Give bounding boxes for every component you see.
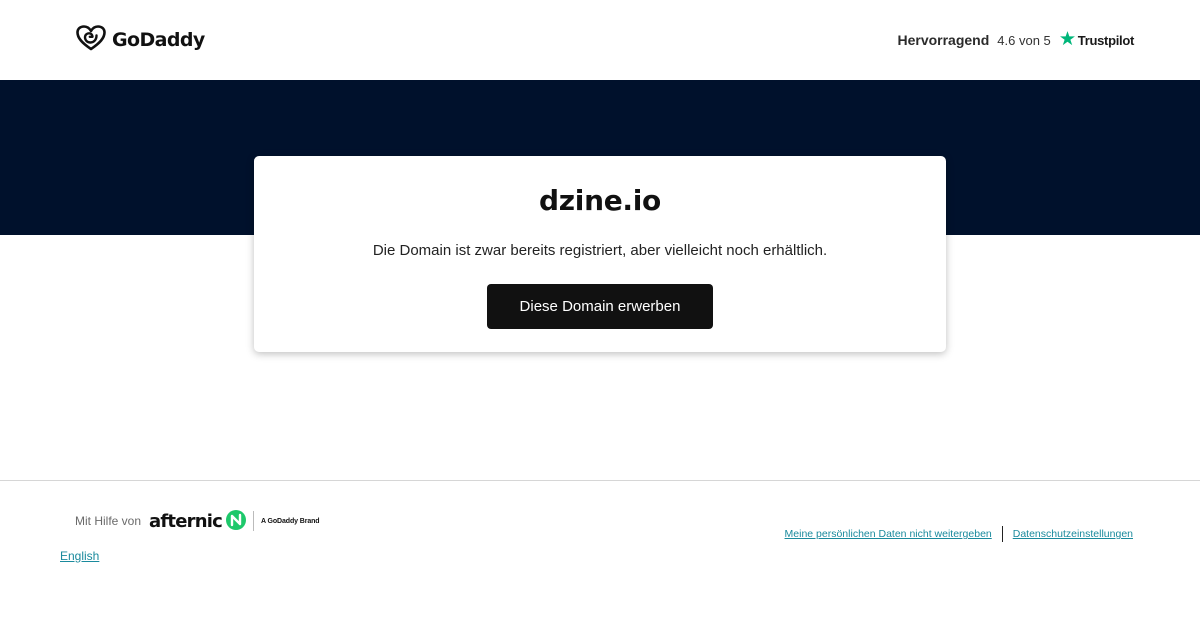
afternic-attribution: Mit Hilfe von afternic A GoDaddy Brand [75, 509, 320, 534]
rating-label: Hervorragend [897, 32, 990, 48]
footer: Mit Hilfe von afternic A GoDaddy Brand E… [0, 480, 1200, 630]
link-separator [1001, 526, 1003, 542]
afternic-mark-icon [225, 509, 247, 534]
godaddy-brand-tag: A GoDaddy Brand [260, 517, 320, 525]
godaddy-heart-icon [76, 24, 106, 56]
logo-text: GoDaddy [112, 29, 205, 51]
trustpilot-text: Trustpilot [1077, 32, 1135, 48]
do-not-sell-link[interactable]: Meine persönlichen Daten nicht weitergeb… [785, 528, 992, 540]
domain-name: dzine.io [539, 184, 661, 217]
header: GoDaddy Hervorragend 4.6 von 5 Trustpilo… [0, 0, 1200, 80]
availability-message: Die Domain ist zwar bereits registriert,… [372, 242, 828, 259]
afternic-logo-text: afternic [149, 510, 223, 532]
helped-by-text: Mit Hilfe von [75, 514, 142, 528]
trustpilot-star-icon [1059, 30, 1076, 50]
godaddy-logo[interactable]: GoDaddy [76, 24, 205, 56]
language-link-english[interactable]: English [60, 549, 99, 563]
trustpilot-rating[interactable]: Hervorragend 4.6 von 5 Trustpilot [897, 28, 1134, 52]
domain-card: dzine.io Die Domain ist zwar bereits reg… [254, 156, 946, 352]
buy-domain-button[interactable]: Diese Domain erwerben [487, 284, 713, 329]
privacy-settings-link[interactable]: Datenschutzeinstellungen [1013, 528, 1133, 540]
rating-score: 4.6 von 5 [997, 32, 1051, 48]
trustpilot-brand: Trustpilot [1059, 30, 1134, 50]
legal-links: Meine persönlichen Daten nicht weitergeb… [785, 525, 1133, 543]
brand-divider [252, 511, 254, 531]
